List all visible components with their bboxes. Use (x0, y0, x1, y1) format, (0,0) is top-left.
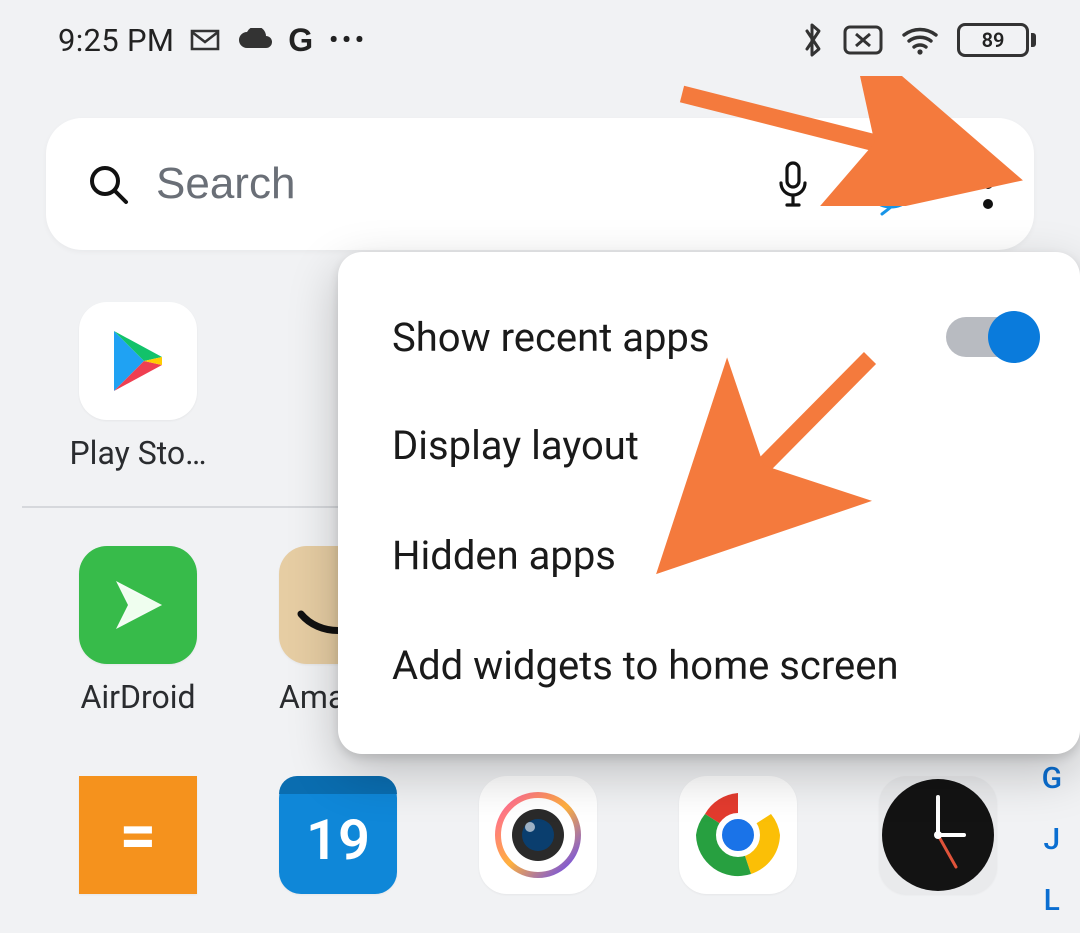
menu-add-widgets[interactable]: Add widgets to home screen (338, 610, 1080, 720)
status-left: 9:25 PM G ••• (58, 22, 368, 59)
menu-item-label: Display layout (392, 422, 639, 469)
status-bar: 9:25 PM G ••• 89 (0, 0, 1080, 80)
calendar-icon: 19 (279, 776, 397, 894)
battery-level: 89 (982, 28, 1005, 52)
adblock-icon (843, 25, 883, 55)
overflow-menu: Show recent apps Display layout Hidden a… (338, 252, 1080, 754)
search-input[interactable] (156, 159, 731, 209)
menu-item-label: Show recent apps (392, 314, 710, 361)
calendar-day: 19 (306, 807, 370, 873)
index-letter[interactable]: G (1042, 761, 1062, 796)
app-clock[interactable] (838, 776, 1038, 894)
play-store-icon (79, 302, 197, 420)
calculator-icon: = (79, 776, 197, 894)
menu-item-label: Hidden apps (392, 532, 616, 579)
toggle-knob (988, 311, 1040, 363)
cloud-icon (236, 28, 272, 52)
status-right: 89 (801, 22, 1036, 58)
battery-indicator: 89 (957, 23, 1036, 57)
app-camera[interactable] (438, 776, 638, 894)
overflow-menu-button[interactable] (952, 148, 1024, 220)
status-time: 9:25 PM (58, 22, 174, 59)
google-icon: G (288, 22, 313, 59)
menu-display-layout[interactable]: Display layout (338, 390, 1080, 500)
chrome-icon (679, 776, 797, 894)
voice-search-button[interactable] (757, 148, 829, 220)
wifi-icon (901, 25, 939, 55)
clock-icon (879, 776, 997, 894)
menu-item-label: Add widgets to home screen (392, 642, 899, 689)
microphone-icon (773, 159, 813, 209)
search-icon (86, 162, 130, 206)
bluetooth-icon (801, 22, 825, 58)
bing-icon (858, 151, 924, 217)
camera-icon (479, 776, 597, 894)
index-letter[interactable]: L (1044, 883, 1060, 918)
search-bar[interactable] (46, 118, 1034, 250)
index-letter[interactable]: J (1043, 822, 1060, 857)
kebab-icon (968, 159, 1008, 209)
app-calculator[interactable]: = (38, 776, 238, 894)
gmail-icon (190, 29, 220, 51)
app-play-store[interactable]: Play Sto… (38, 302, 238, 472)
app-chrome[interactable] (638, 776, 838, 894)
app-calendar[interactable]: 19 (238, 776, 438, 894)
menu-hidden-apps[interactable]: Hidden apps (338, 500, 1080, 610)
app-label: AirDroid (48, 678, 228, 716)
airdroid-icon (79, 546, 197, 664)
app-label: Play Sto… (48, 434, 228, 472)
menu-show-recent-apps[interactable]: Show recent apps (338, 290, 1080, 384)
app-airdroid[interactable]: AirDroid (38, 546, 238, 716)
more-notifications-icon: ••• (329, 28, 368, 52)
bing-search-button[interactable] (855, 148, 927, 220)
show-recent-toggle[interactable] (946, 317, 1034, 357)
